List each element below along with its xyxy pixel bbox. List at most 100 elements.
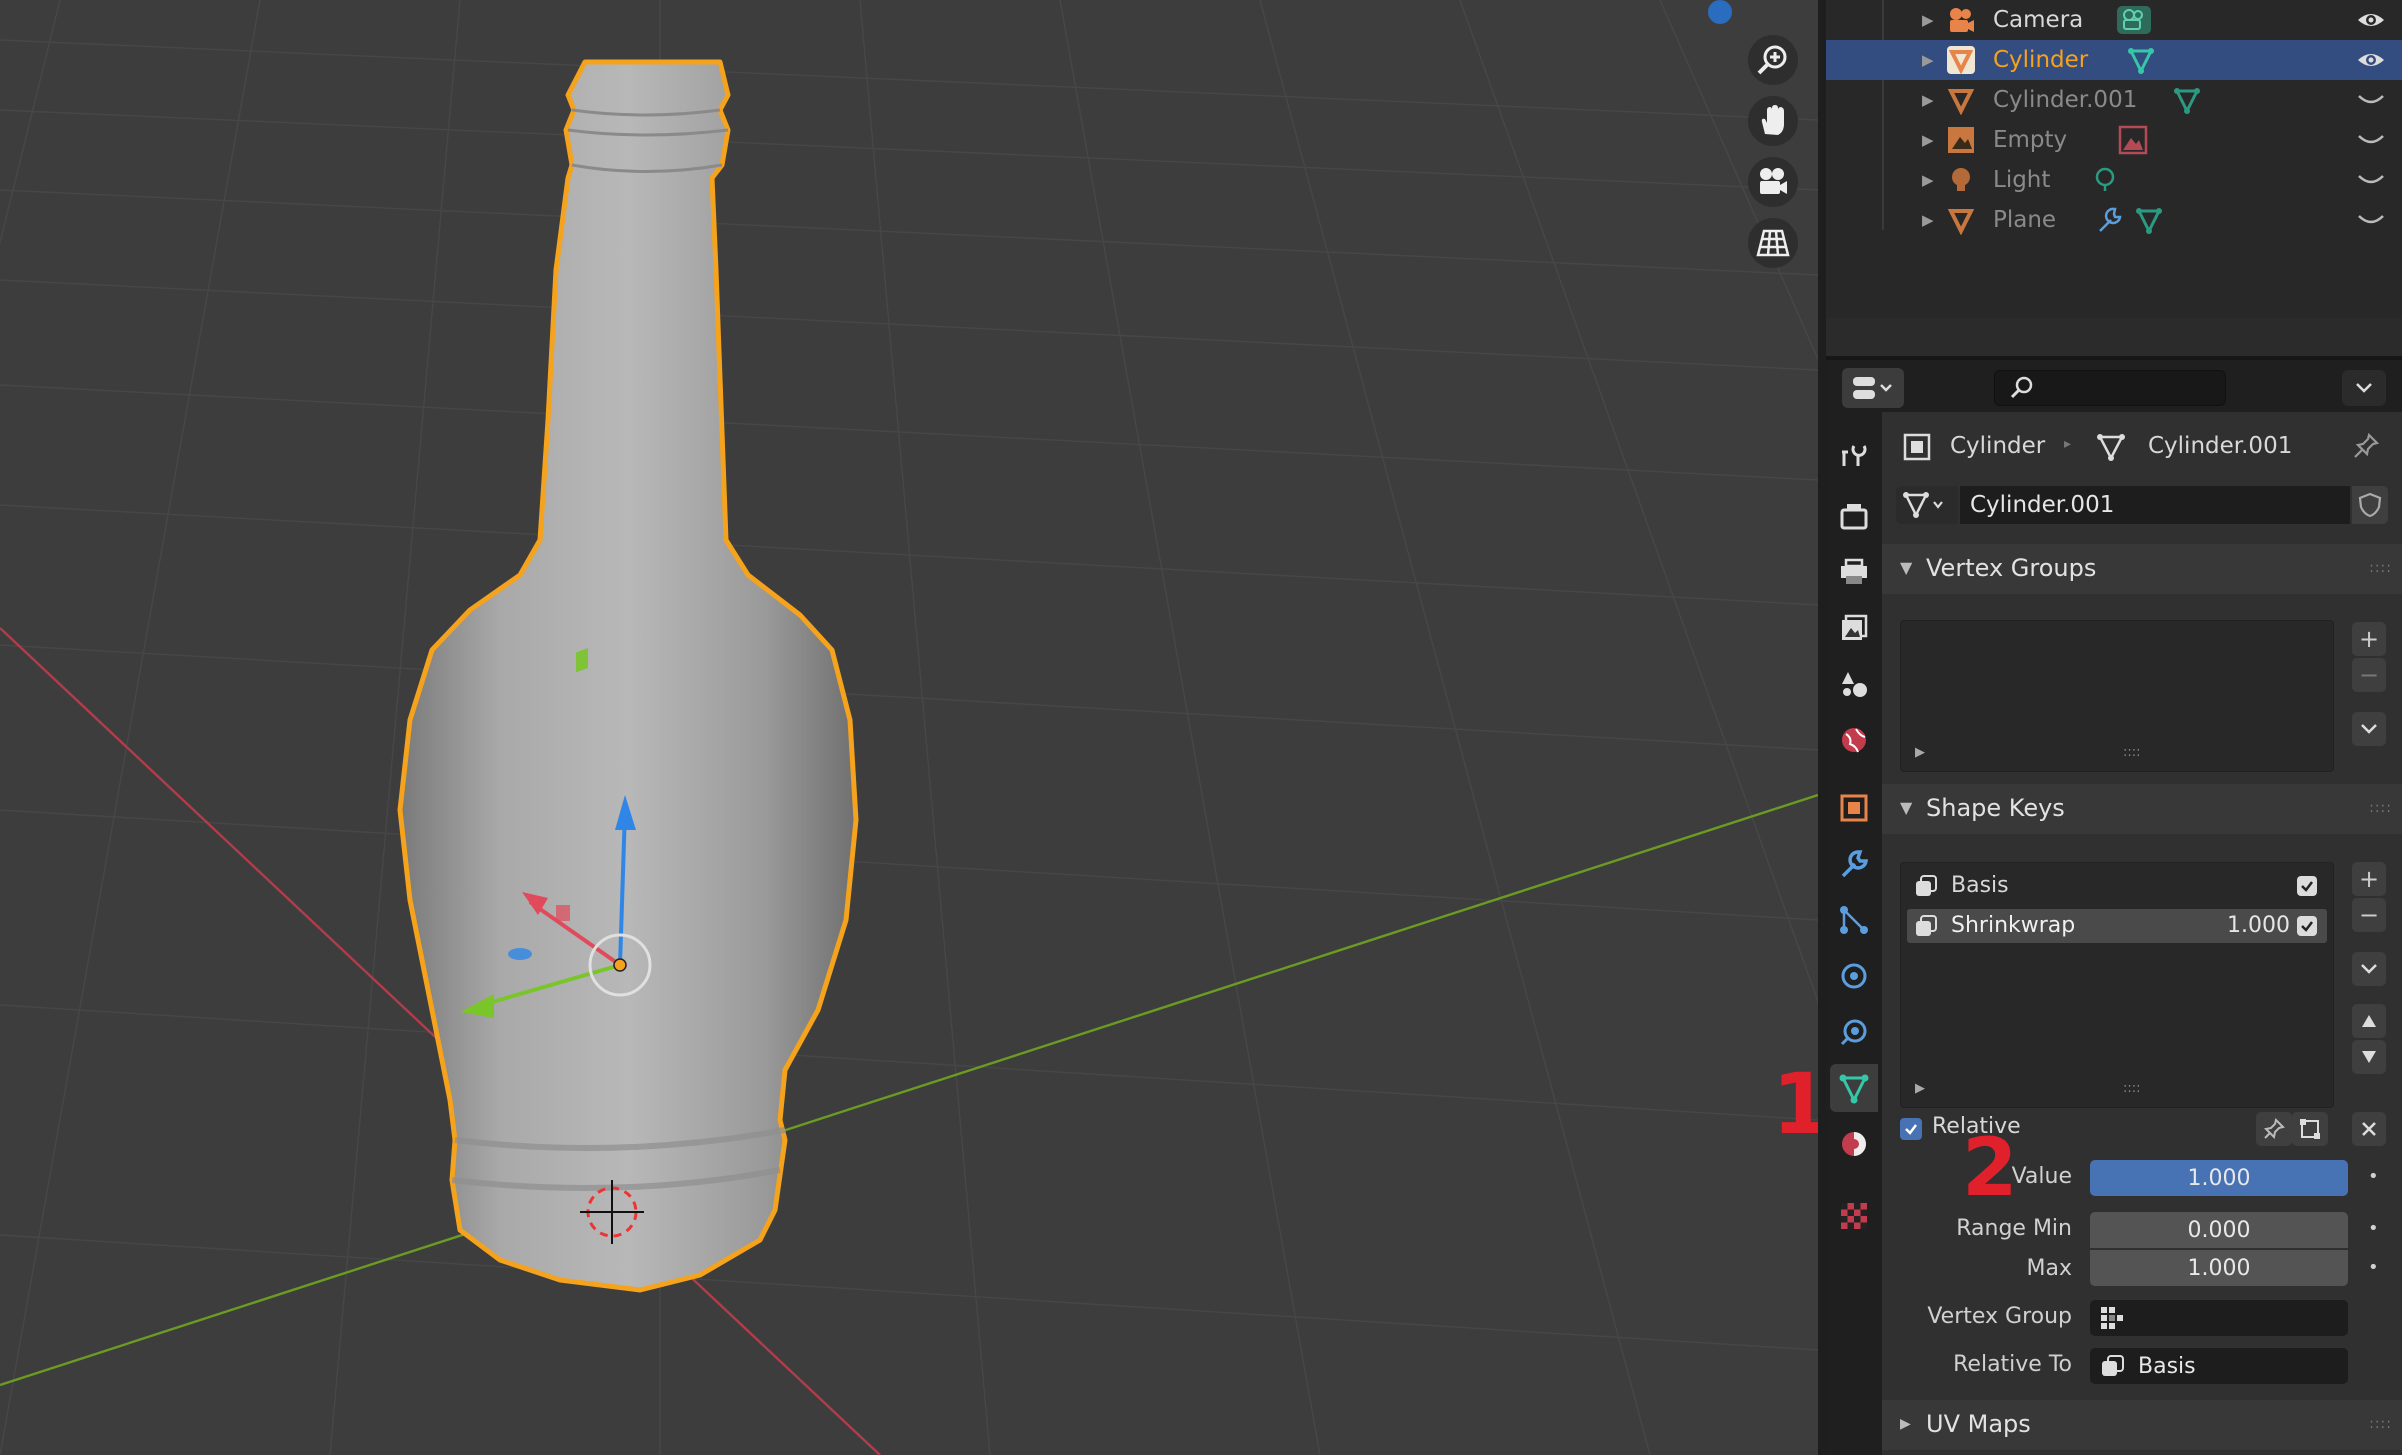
range-max-field[interactable]: 1.000 bbox=[2090, 1250, 2348, 1286]
constraints-icon bbox=[1840, 1019, 1867, 1046]
animate-property-dot-icon[interactable]: • bbox=[2368, 1218, 2379, 1239]
tab-physics[interactable] bbox=[1830, 952, 1878, 1000]
remove-vertex-group-button[interactable]: − bbox=[2352, 658, 2386, 692]
annotation-number-1: 1 bbox=[1772, 1055, 1818, 1153]
vertex-groups-list[interactable]: ▶ :::: bbox=[1900, 620, 2334, 772]
mesh-object-icon bbox=[1947, 209, 1975, 235]
perspective-toggle-button[interactable] bbox=[1748, 218, 1798, 268]
pin-icon[interactable] bbox=[2352, 432, 2380, 460]
outliner-item-plane[interactable]: ▶ Plane bbox=[1826, 200, 2402, 240]
mesh-data-icon bbox=[1839, 1074, 1869, 1104]
search-icon bbox=[2010, 376, 2033, 399]
shape-key-icon bbox=[1916, 875, 1937, 896]
move-shape-key-down-button[interactable] bbox=[2352, 1040, 2386, 1074]
shape-key-lock-button[interactable] bbox=[2256, 1112, 2292, 1146]
pan-button[interactable] bbox=[1748, 96, 1798, 146]
bottle-mesh[interactable] bbox=[397, 59, 859, 1293]
list-filter-arrow-icon[interactable]: ▶ bbox=[1915, 745, 1925, 760]
uv-maps-panel-header[interactable]: ▶ UV Maps :::: bbox=[1882, 1400, 2402, 1450]
output-printer-icon bbox=[1841, 558, 1867, 584]
datablock-browse-button[interactable] bbox=[1896, 486, 1958, 524]
shape-keys-panel-header[interactable]: ▼ Shape Keys :::: bbox=[1882, 784, 2402, 834]
tab-world[interactable] bbox=[1830, 716, 1878, 764]
breadcrumb-object: Cylinder bbox=[1950, 433, 2046, 459]
selected-outline bbox=[397, 59, 859, 1293]
area-divider[interactable] bbox=[1818, 0, 1826, 1455]
expand-arrow-icon[interactable]: ▶ bbox=[1922, 171, 1934, 189]
plus-icon: + bbox=[2358, 865, 2380, 893]
outliner-item-cylinder-001[interactable]: ▶ Cylinder.001 bbox=[1826, 80, 2402, 120]
hidden-eye-icon[interactable] bbox=[2356, 86, 2386, 114]
drag-grip-icon[interactable]: :::: bbox=[2369, 800, 2392, 816]
expand-arrow-icon[interactable]: ▶ bbox=[1922, 131, 1934, 149]
hidden-eye-icon[interactable] bbox=[2356, 126, 2386, 154]
vertex-groups-panel-header[interactable]: ▼ Vertex Groups :::: bbox=[1882, 544, 2402, 594]
shape-key-edit-mode-button[interactable] bbox=[2292, 1112, 2328, 1146]
remove-shape-key-button[interactable]: − bbox=[2352, 898, 2386, 932]
image-data-icon bbox=[2118, 125, 2148, 155]
hidden-eye-icon[interactable] bbox=[2356, 166, 2386, 194]
list-resize-grip-icon[interactable]: :::: bbox=[2123, 745, 2141, 760]
tab-tool[interactable] bbox=[1830, 430, 1878, 478]
vertex-group-specials-button[interactable] bbox=[2352, 712, 2386, 746]
list-resize-grip-icon[interactable]: :::: bbox=[2123, 1081, 2141, 1096]
expand-arrow-icon[interactable]: ▶ bbox=[1922, 211, 1934, 229]
visibility-eye-icon[interactable] bbox=[2356, 46, 2386, 74]
tab-view-layer[interactable] bbox=[1830, 604, 1878, 652]
tab-object-data[interactable] bbox=[1830, 1064, 1878, 1112]
camera-view-button[interactable] bbox=[1748, 157, 1798, 207]
list-item-selected[interactable]: Shrinkwrap 1.000 bbox=[1907, 909, 2327, 943]
tab-texture[interactable] bbox=[1830, 1192, 1878, 1240]
relative-to-field[interactable]: Basis bbox=[2090, 1348, 2348, 1384]
add-shape-key-button[interactable]: + bbox=[2352, 862, 2386, 896]
fake-user-button[interactable] bbox=[2352, 486, 2388, 524]
shape-key-value[interactable]: 1.000 bbox=[2227, 913, 2290, 938]
zoom-button[interactable] bbox=[1748, 35, 1798, 85]
add-vertex-group-button[interactable]: + bbox=[2352, 622, 2386, 656]
visibility-eye-icon[interactable] bbox=[2356, 6, 2386, 34]
tab-particles[interactable] bbox=[1830, 896, 1878, 944]
texture-checker-icon bbox=[1841, 1203, 1867, 1229]
datablock-name-field[interactable]: Cylinder.001 bbox=[1960, 486, 2350, 524]
panel-expanded-arrow-icon: ▼ bbox=[1900, 798, 1913, 817]
animate-property-dot-icon[interactable]: • bbox=[2368, 1257, 2379, 1278]
outliner-item-cylinder[interactable]: ▶ Cylinder bbox=[1826, 40, 2402, 80]
tab-object[interactable] bbox=[1830, 784, 1878, 832]
tab-render[interactable] bbox=[1830, 492, 1878, 540]
list-filter-arrow-icon[interactable]: ▶ bbox=[1915, 1081, 1925, 1096]
drag-grip-icon[interactable]: :::: bbox=[2369, 1416, 2392, 1432]
value-slider[interactable]: 1.000 bbox=[2090, 1160, 2348, 1196]
shape-key-mute-checkbox[interactable] bbox=[2297, 916, 2317, 936]
shape-key-mute-checkbox[interactable] bbox=[2297, 876, 2317, 896]
expand-arrow-icon[interactable]: ▶ bbox=[1922, 91, 1934, 109]
outliner-item-light[interactable]: ▶ Light bbox=[1826, 160, 2402, 200]
properties-options-dropdown[interactable] bbox=[2342, 370, 2386, 406]
list-item[interactable]: Basis bbox=[1907, 869, 2327, 903]
tab-output[interactable] bbox=[1830, 548, 1878, 596]
shape-keys-list[interactable]: Basis Shrinkwrap 1.000 ▶ :::: bbox=[1900, 862, 2334, 1108]
range-min-field[interactable]: 0.000 bbox=[2090, 1212, 2348, 1248]
breadcrumb-separator-icon: ▸ bbox=[2064, 436, 2072, 452]
scene-canvas[interactable] bbox=[0, 0, 1818, 1455]
animate-property-dot-icon[interactable]: • bbox=[2368, 1166, 2379, 1187]
shape-key-specials-button[interactable] bbox=[2352, 952, 2386, 986]
move-shape-key-up-button[interactable] bbox=[2352, 1004, 2386, 1038]
clear-shape-keys-button[interactable] bbox=[2352, 1112, 2386, 1146]
mesh-data-icon bbox=[2174, 88, 2200, 115]
drag-grip-icon[interactable]: :::: bbox=[2369, 560, 2392, 576]
outliner[interactable]: ▶ Camera ▶ Cylinder ▶ Cylinder.001 ▶ Emp… bbox=[1826, 0, 2402, 356]
outliner-item-empty[interactable]: ▶ Empty bbox=[1826, 120, 2402, 160]
relative-checkbox[interactable] bbox=[1900, 1118, 1922, 1140]
tab-scene[interactable] bbox=[1830, 660, 1878, 708]
tab-constraints[interactable] bbox=[1830, 1008, 1878, 1056]
expand-arrow-icon[interactable]: ▶ bbox=[1922, 11, 1934, 29]
vertex-group-field[interactable] bbox=[2090, 1300, 2348, 1336]
editor-type-dropdown[interactable] bbox=[1842, 368, 1904, 408]
expand-arrow-icon[interactable]: ▶ bbox=[1922, 51, 1934, 69]
properties-search-input[interactable] bbox=[1994, 370, 2226, 406]
3d-viewport[interactable]: 1 bbox=[0, 0, 1818, 1455]
outliner-item-camera[interactable]: ▶ Camera bbox=[1826, 0, 2402, 40]
hidden-eye-icon[interactable] bbox=[2356, 206, 2386, 234]
tab-material[interactable] bbox=[1830, 1120, 1878, 1168]
tab-modifiers[interactable] bbox=[1830, 840, 1878, 888]
